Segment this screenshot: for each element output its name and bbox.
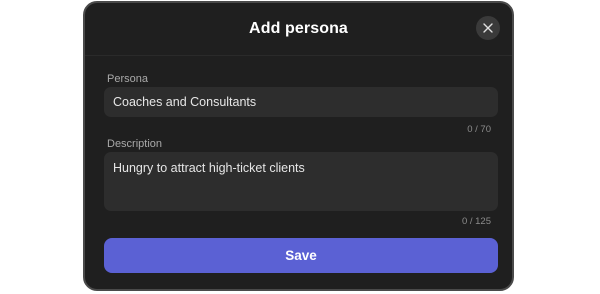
persona-label: Persona <box>107 73 148 85</box>
description-textarea-value: Hungry to attract high-ticket clients <box>113 161 305 175</box>
persona-input-value: Coaches and Consultants <box>113 95 257 109</box>
description-label: Description <box>107 138 163 150</box>
dialog-title: Add persona <box>249 20 348 37</box>
description-textarea[interactable]: Hungry to attract high-ticket clients <box>104 152 498 211</box>
close-icon <box>483 23 493 33</box>
save-button[interactable]: Save <box>104 238 498 273</box>
add-persona-dialog: Add persona Persona Coaches and Consulta… <box>83 1 514 291</box>
close-button[interactable] <box>476 16 500 40</box>
persona-char-counter: 0 / 70 <box>467 124 491 135</box>
description-char-counter: 0 / 125 <box>461 216 491 227</box>
dialog-header: Add persona <box>85 3 512 56</box>
persona-input[interactable]: Coaches and Consultants <box>104 87 498 117</box>
